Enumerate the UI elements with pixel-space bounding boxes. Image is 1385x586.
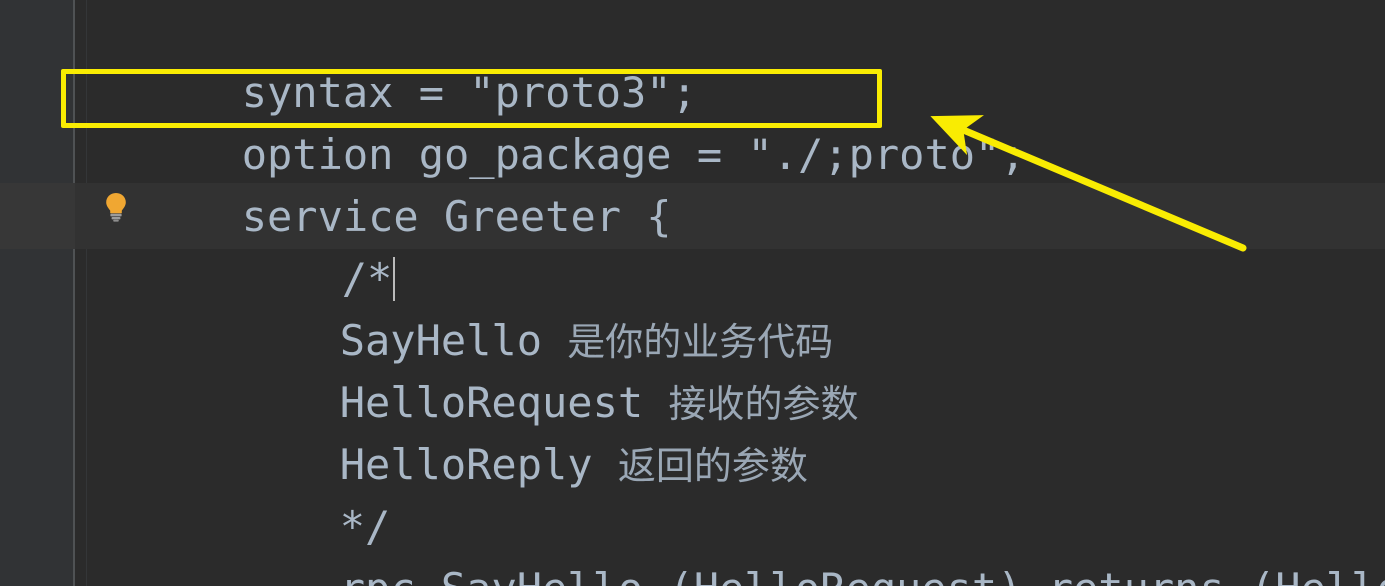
code-line-comment-open[interactable]: /* [75, 186, 1385, 303]
code-line[interactable]: HelloReply 返回的参数 [75, 372, 1385, 489]
code-line[interactable]: service Greeter { [75, 124, 1385, 241]
lightbulb-icon[interactable] [103, 192, 129, 222]
code-line[interactable]: } [75, 558, 1385, 586]
code-line-go-package[interactable]: option go_package = "./;proto"; [75, 62, 1385, 179]
code-line-rpc[interactable]: rpc SayHello (HelloRequest) returns (Hel… [75, 496, 1385, 586]
code-line[interactable]: syntax = "proto3"; [75, 0, 1385, 117]
current-line-gutter-highlight [0, 183, 75, 249]
editor-surface[interactable]: syntax = "proto3"; option go_package = "… [75, 0, 1385, 586]
editor-gutter[interactable] [0, 0, 73, 586]
code-line[interactable]: SayHello 是你的业务代码 [75, 248, 1385, 365]
code-line-comment-close[interactable]: */ [75, 434, 1385, 551]
code-line[interactable]: HelloRequest 接收的参数 [75, 310, 1385, 427]
editor-screenshot: syntax = "proto3"; option go_package = "… [0, 0, 1385, 586]
